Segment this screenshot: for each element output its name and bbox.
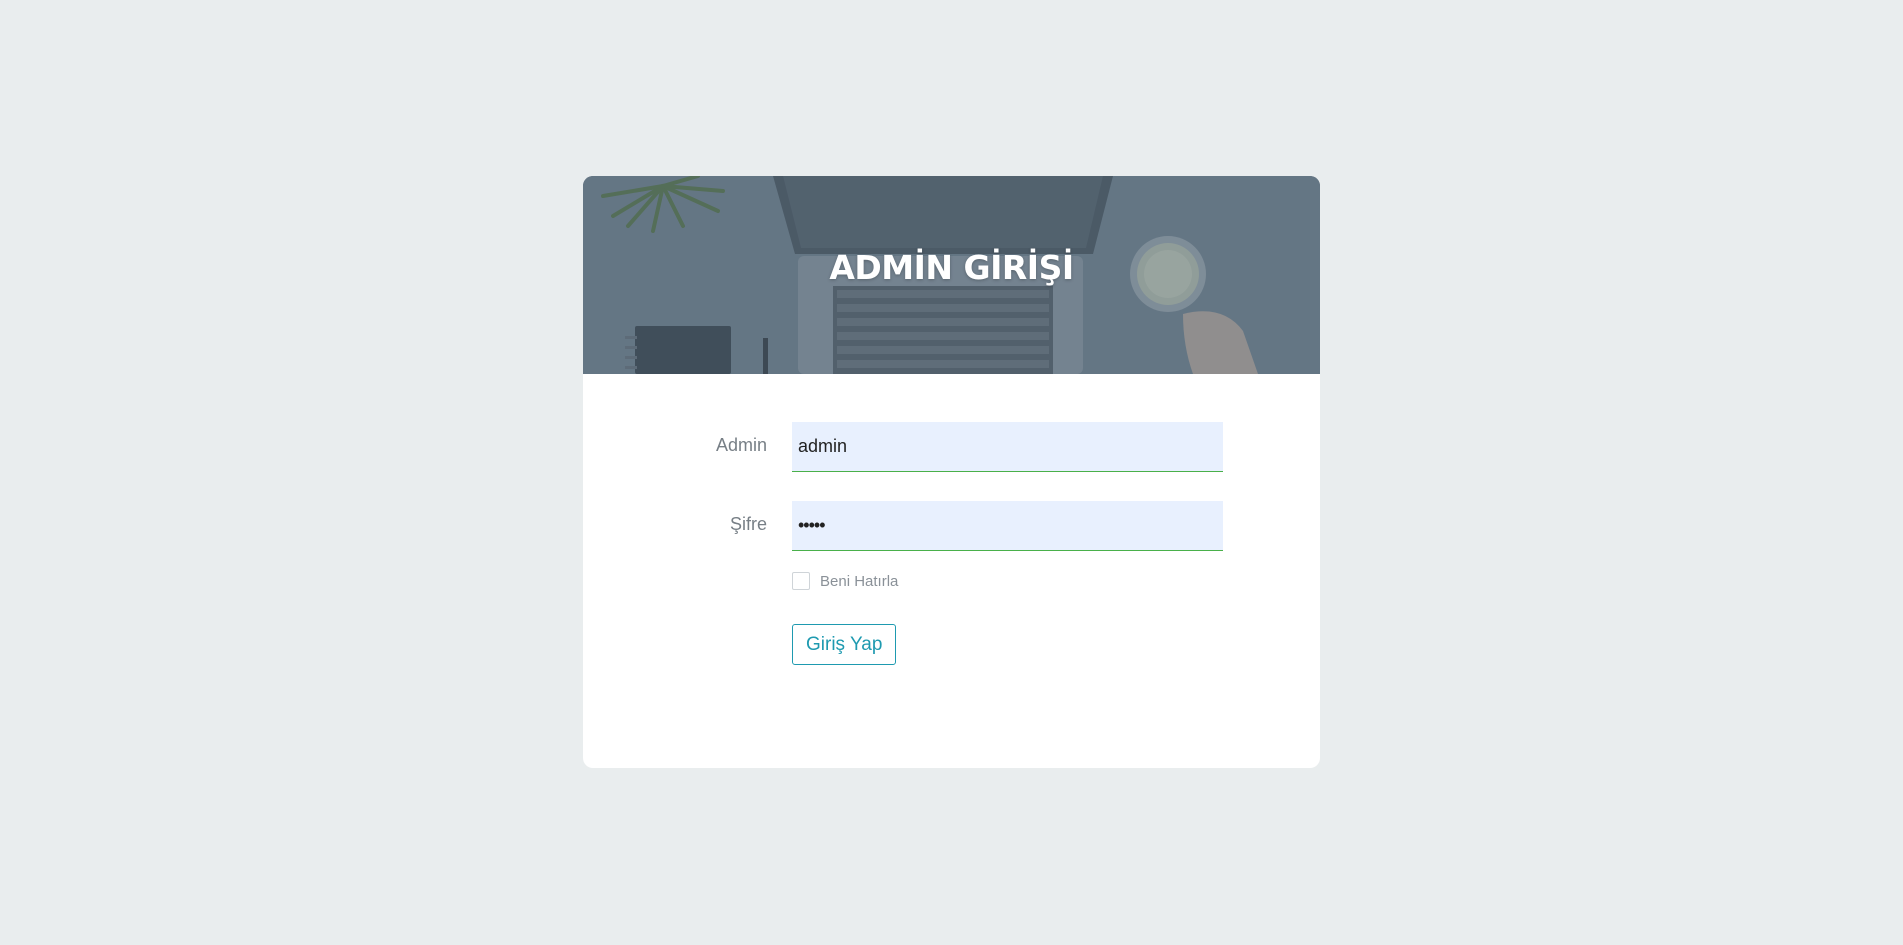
login-card: ADMİN GİRİŞİ Admin Şifre Beni Hatırla Gi… [583,176,1320,768]
username-input[interactable] [792,422,1223,472]
remember-me-checkbox[interactable] [792,572,810,590]
password-row: Şifre [583,501,1320,551]
username-row: Admin [583,422,1320,472]
login-button[interactable]: Giriş Yap [792,624,897,665]
remember-me-label[interactable]: Beni Hatırla [820,573,898,590]
password-label: Şifre [729,514,767,534]
username-label: Admin [715,435,767,455]
password-input[interactable] [792,501,1223,551]
remember-me[interactable]: Beni Hatırla [792,570,898,592]
login-header-banner: ADMİN GİRİŞİ [583,176,1320,374]
page-title: ADMİN GİRİŞİ [829,248,1074,287]
